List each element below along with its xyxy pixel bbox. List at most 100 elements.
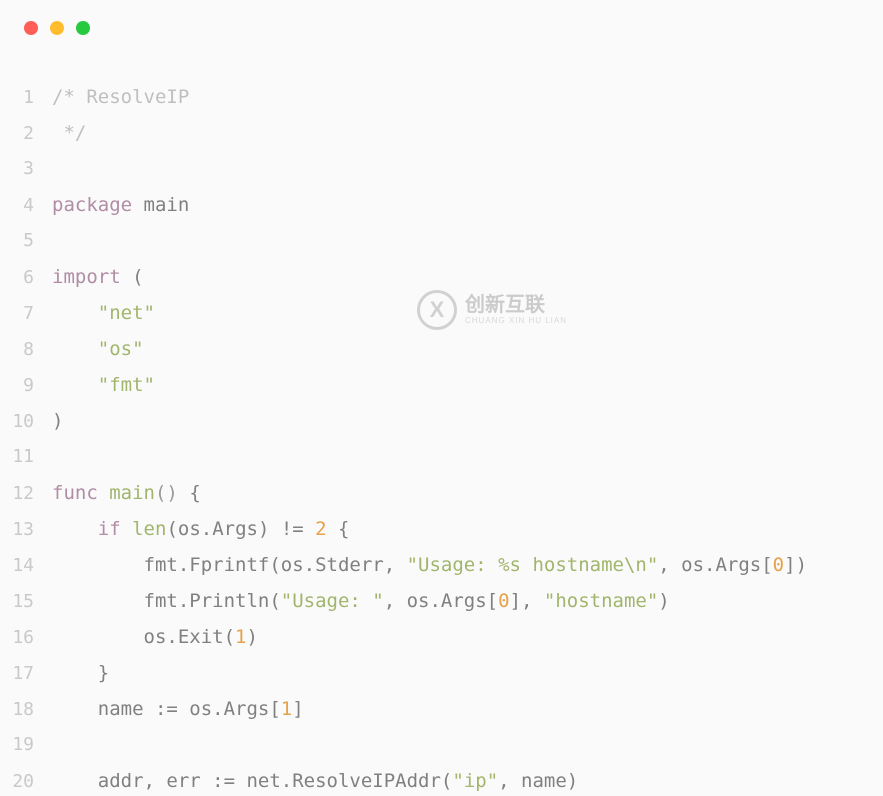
line-number: 14	[0, 555, 40, 576]
code-content: fmt.Println("Usage: ", os.Args[0], "host…	[40, 590, 670, 612]
line-number: 12	[0, 483, 40, 504]
token-num: 1	[281, 698, 292, 720]
token-txt: ])	[784, 554, 807, 576]
token-kw: import	[52, 266, 121, 288]
code-content: import (	[40, 266, 144, 288]
code-content: "net"	[40, 302, 155, 324]
token-txt	[52, 518, 98, 540]
code-line: 11	[0, 446, 883, 482]
token-punc: ()	[155, 482, 178, 504]
token-txt: os.Exit(	[52, 626, 235, 648]
code-content: )	[40, 410, 63, 432]
token-txt	[121, 518, 132, 540]
code-line: 19	[0, 734, 883, 770]
code-line: 3	[0, 158, 883, 194]
traffic-light-zoom-icon[interactable]	[76, 21, 90, 35]
code-line: 7 "net"	[0, 302, 883, 338]
traffic-light-minimize-icon[interactable]	[50, 21, 64, 35]
line-number: 17	[0, 663, 40, 684]
token-txt: {	[327, 518, 350, 540]
code-line: 4package main	[0, 194, 883, 230]
code-line: 1 /* ResolveIP	[0, 86, 883, 122]
code-line: 5	[0, 230, 883, 266]
token-num: 1	[235, 626, 246, 648]
token-txt: fmt.Println(	[52, 590, 281, 612]
token-txt: {	[178, 482, 201, 504]
token-txt: }	[52, 662, 109, 684]
token-str: "os"	[98, 338, 144, 360]
line-number: 7	[0, 303, 40, 324]
token-txt: )	[246, 626, 257, 648]
token-txt: , name)	[498, 770, 578, 792]
code-line: 15 fmt.Println("Usage: ", os.Args[0], "h…	[0, 590, 883, 626]
token-kw: func	[52, 482, 98, 504]
line-number: 10	[0, 411, 40, 432]
token-fn: len	[132, 518, 166, 540]
line-number: 16	[0, 627, 40, 648]
token-txt: )	[658, 590, 669, 612]
line-number: 4	[0, 195, 40, 216]
traffic-light-close-icon[interactable]	[24, 21, 38, 35]
token-txt: name := os.Args[	[52, 698, 281, 720]
token-txt: (	[121, 266, 144, 288]
code-line: 14 fmt.Fprintf(os.Stderr, "Usage: %s hos…	[0, 554, 883, 590]
token-fn: main	[109, 482, 155, 504]
token-txt: addr, err := net.ResolveIPAddr(	[52, 770, 452, 792]
code-content: package main	[40, 194, 189, 216]
code-content: if len(os.Args) != 2 {	[40, 518, 350, 540]
line-number: 9	[0, 375, 40, 396]
token-txt	[98, 482, 109, 504]
code-line: 13 if len(os.Args) != 2 {	[0, 518, 883, 554]
token-txt	[52, 374, 98, 396]
code-line: 16 os.Exit(1)	[0, 626, 883, 662]
line-number: 20	[0, 771, 40, 792]
token-txt: fmt.Fprintf(os.Stderr,	[52, 554, 407, 576]
code-content: name := os.Args[1]	[40, 698, 304, 720]
code-content: fmt.Fprintf(os.Stderr, "Usage: %s hostna…	[40, 554, 807, 576]
line-number: 8	[0, 339, 40, 360]
code-content: func main() {	[40, 482, 201, 504]
code-line: 10)	[0, 410, 883, 446]
token-txt: ]	[292, 698, 303, 720]
code-content: os.Exit(1)	[40, 626, 258, 648]
code-content: "os"	[40, 338, 144, 360]
code-line: 6import (	[0, 266, 883, 302]
token-num: 0	[773, 554, 784, 576]
code-line: 20 addr, err := net.ResolveIPAddr("ip", …	[0, 770, 883, 796]
code-line: 17 }	[0, 662, 883, 698]
line-number: 5	[0, 230, 40, 251]
line-number: 18	[0, 699, 40, 720]
token-str: "Usage: %s hostname\n"	[407, 554, 659, 576]
line-number: 15	[0, 591, 40, 612]
token-txt: ],	[510, 590, 544, 612]
token-txt: main	[132, 194, 189, 216]
code-line: 2 */	[0, 122, 883, 158]
line-number: 19	[0, 734, 40, 755]
token-num: 0	[498, 590, 509, 612]
titlebar	[0, 0, 883, 56]
code-line: 12func main() {	[0, 482, 883, 518]
token-kw: if	[98, 518, 121, 540]
token-txt	[52, 302, 98, 324]
line-number: 1	[0, 87, 40, 108]
token-txt: )	[52, 410, 63, 432]
token-str: "Usage: "	[281, 590, 384, 612]
token-cmt: /* ResolveIP	[52, 86, 189, 108]
token-kw: package	[52, 194, 132, 216]
line-number: 11	[0, 446, 40, 467]
token-str: "ip"	[452, 770, 498, 792]
token-txt: (os.Args) !=	[166, 518, 315, 540]
token-str: "fmt"	[98, 374, 155, 396]
code-content: /* ResolveIP	[40, 86, 189, 108]
code-line: 9 "fmt"	[0, 374, 883, 410]
line-number: 3	[0, 158, 40, 179]
token-txt: , os.Args[	[658, 554, 772, 576]
code-line: 8 "os"	[0, 338, 883, 374]
token-num: 2	[315, 518, 326, 540]
line-number: 13	[0, 519, 40, 540]
token-cmt: */	[52, 122, 86, 144]
token-str: "hostname"	[544, 590, 658, 612]
code-area: X 创新互联 CHUANG XIN HU LIAN 1/* ResolveIP2…	[0, 56, 883, 796]
token-str: "net"	[98, 302, 155, 324]
code-window: X 创新互联 CHUANG XIN HU LIAN 1/* ResolveIP2…	[0, 0, 883, 796]
